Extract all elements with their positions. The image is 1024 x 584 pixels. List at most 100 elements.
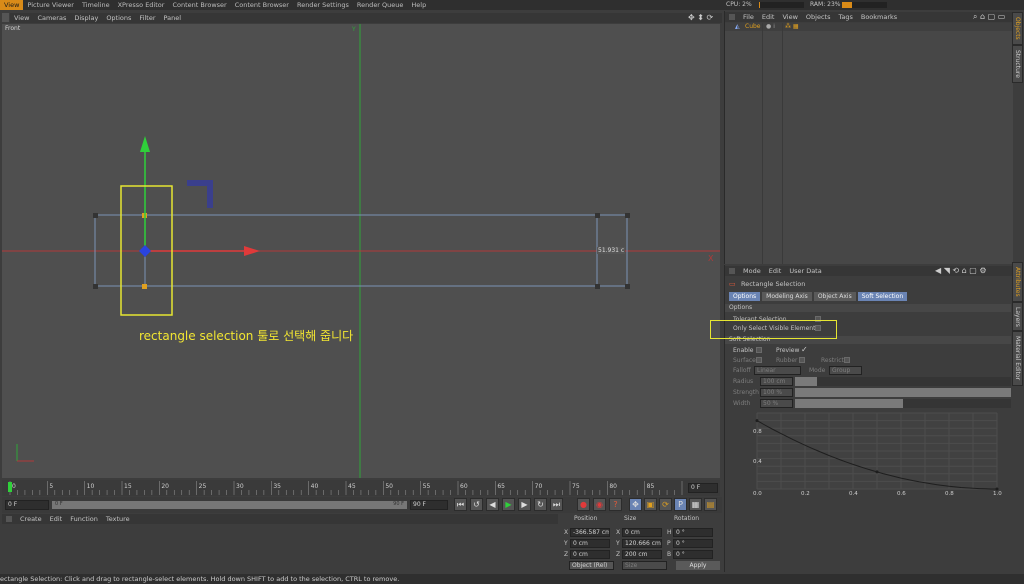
- preview-checkmark-icon[interactable]: ✓: [801, 345, 808, 354]
- top-menu-item[interactable]: Picture Viewer: [23, 0, 78, 10]
- side-tab[interactable]: Objects: [1012, 12, 1023, 45]
- object-menu-item[interactable]: Edit: [758, 13, 779, 21]
- coord-field[interactable]: 0 °: [673, 539, 713, 548]
- object-menu-item[interactable]: Tags: [834, 13, 856, 21]
- top-menu-item[interactable]: Content Browser: [231, 0, 293, 10]
- coord-field[interactable]: -366.587 cm: [570, 528, 610, 537]
- range-slider[interactable]: 0 F 90 F: [52, 501, 407, 509]
- falloff-dropdown[interactable]: Linear: [754, 366, 801, 375]
- top-menu-item[interactable]: View: [0, 0, 24, 10]
- record-icon[interactable]: ●: [577, 498, 590, 511]
- scale-key-icon[interactable]: ▣: [644, 498, 657, 511]
- attribute-menu-item[interactable]: Mode: [739, 267, 765, 275]
- tag-icon[interactable]: ⁂ ▦: [785, 23, 799, 30]
- attribute-tab[interactable]: Soft Selection: [857, 292, 908, 301]
- viewport[interactable]: Front 51.931 c X Y rectangle selection 툴…: [2, 24, 720, 478]
- object-row[interactable]: ◭ Cube ● ⁞ ⁂ ▦: [725, 23, 1013, 31]
- apply-button[interactable]: Apply: [676, 561, 720, 570]
- coord-field[interactable]: 120.666 cm: [622, 539, 662, 548]
- next-frame-icon[interactable]: ▶: [518, 498, 531, 511]
- width-slider[interactable]: [795, 399, 1011, 408]
- strength-slider[interactable]: [795, 388, 1011, 397]
- radius-slider[interactable]: [795, 377, 1011, 386]
- material-menu-item[interactable]: Edit: [46, 515, 67, 523]
- width-field[interactable]: 50 %: [760, 399, 793, 408]
- viewport-menu-item[interactable]: Cameras: [33, 14, 70, 22]
- prev-frame-icon[interactable]: ◀: [486, 498, 499, 511]
- viewport-handle-icon[interactable]: [2, 13, 9, 22]
- object-menu-item[interactable]: Objects: [802, 13, 835, 21]
- object-menu-item[interactable]: View: [778, 13, 801, 21]
- side-tab[interactable]: Structure: [1012, 44, 1023, 83]
- attribute-menu-item[interactable]: Edit: [765, 267, 786, 275]
- side-tab[interactable]: Attributes: [1012, 262, 1023, 302]
- material-menu-item[interactable]: Create: [16, 515, 46, 523]
- timeline-playhead[interactable]: [8, 482, 12, 492]
- key-help-icon[interactable]: ?: [609, 498, 622, 511]
- top-menu-item[interactable]: Render Queue: [353, 0, 408, 10]
- coord-field[interactable]: 0 cm: [622, 528, 662, 537]
- falloff-graph[interactable]: 0.8 0.4 0.0 0.2 0.4 0.6 0.8 1.0: [739, 409, 1011, 495]
- object-name[interactable]: Cube: [745, 23, 761, 30]
- material-menu-item[interactable]: Texture: [102, 515, 134, 523]
- coords-mode-dropdown[interactable]: Object (Rel): [569, 561, 614, 570]
- param-key-icon[interactable]: P: [674, 498, 687, 511]
- attribute-tab[interactable]: Modeling Axis: [762, 292, 812, 301]
- status-bar: ectangle Selection: Click and drag to re…: [0, 574, 1024, 584]
- coords-size-mode-dropdown[interactable]: Size: [622, 561, 667, 570]
- object-handle-icon[interactable]: [729, 14, 735, 20]
- attribute-handle-icon[interactable]: [729, 268, 735, 274]
- attribute-tab[interactable]: Object Axis: [813, 292, 856, 301]
- attribute-toolbar-icons[interactable]: ◀ ◥ ⟲ ⌂ ▢ ⚙: [935, 266, 987, 275]
- top-menu-item[interactable]: Help: [407, 0, 430, 10]
- goto-start-icon[interactable]: ⏮: [454, 498, 467, 511]
- film-icon[interactable]: ▤: [704, 498, 717, 511]
- viewport-menu-item[interactable]: Panel: [160, 14, 186, 22]
- rubber-checkbox[interactable]: [799, 357, 805, 363]
- goto-end-icon[interactable]: ⏭: [550, 498, 563, 511]
- visibility-dots-icon[interactable]: ● ⁞: [766, 23, 775, 30]
- attribute-menu-item[interactable]: User Data: [785, 267, 825, 275]
- prev-key-icon[interactable]: ↺: [470, 498, 483, 511]
- rotate-key-icon[interactable]: ⟳: [659, 498, 672, 511]
- viewport-nav-icons[interactable]: ✥ ⬍ ⟳ ▢: [688, 13, 722, 31]
- restrict-checkbox[interactable]: [844, 357, 850, 363]
- play-icon[interactable]: ▶: [502, 498, 515, 511]
- material-handle-icon[interactable]: [6, 516, 12, 522]
- top-menu-item[interactable]: XPresso Editor: [114, 0, 169, 10]
- viewport-menu-item[interactable]: Filter: [135, 14, 159, 22]
- top-menu-item[interactable]: Render Settings: [293, 0, 353, 10]
- top-menu-item[interactable]: Content Browser: [168, 0, 230, 10]
- enable-checkbox[interactable]: [756, 347, 762, 353]
- viewport-menu-item[interactable]: Display: [70, 14, 102, 22]
- preview-label: Preview: [776, 347, 800, 354]
- object-list[interactable]: ◭ Cube ● ⁞ ⁂ ▦: [725, 23, 1013, 264]
- object-menu-item[interactable]: File: [739, 13, 758, 21]
- object-menu-item[interactable]: Bookmarks: [857, 13, 901, 21]
- coord-field[interactable]: 0 cm: [570, 550, 610, 559]
- move-key-icon[interactable]: ✥: [629, 498, 642, 511]
- mode-dropdown[interactable]: Group: [829, 366, 862, 375]
- current-frame-field[interactable]: 0 F: [688, 483, 718, 493]
- attribute-tab[interactable]: Options: [729, 292, 761, 301]
- coord-field[interactable]: 200 cm: [622, 550, 662, 559]
- object-toolbar-icons[interactable]: ⌕ ⌂ ▢ ▭: [973, 12, 1005, 22]
- coord-field[interactable]: 0 °: [673, 528, 713, 537]
- material-menu-item[interactable]: Function: [66, 515, 102, 523]
- end-frame-field[interactable]: 90 F: [410, 500, 448, 510]
- top-menu-item[interactable]: Timeline: [78, 0, 114, 10]
- strength-field[interactable]: 100 %: [760, 388, 793, 397]
- start-frame-field[interactable]: 0 F: [5, 500, 49, 510]
- side-tab[interactable]: Material Editor: [1012, 331, 1023, 386]
- viewport-menu-item[interactable]: View: [10, 14, 33, 22]
- surface-checkbox[interactable]: [756, 357, 762, 363]
- viewport-menu-item[interactable]: Options: [102, 14, 135, 22]
- coord-field[interactable]: 0 cm: [570, 539, 610, 548]
- grid-key-icon[interactable]: ▦: [689, 498, 702, 511]
- timeline-ruler[interactable]: 051015202530354045505560657075808590 0 F: [2, 480, 720, 496]
- auto-key-icon[interactable]: ◉: [593, 498, 606, 511]
- radius-field[interactable]: 100 cm: [760, 377, 793, 386]
- next-key-icon[interactable]: ↻: [534, 498, 547, 511]
- side-tab[interactable]: Layers: [1012, 301, 1023, 332]
- coord-field[interactable]: 0 °: [673, 550, 713, 559]
